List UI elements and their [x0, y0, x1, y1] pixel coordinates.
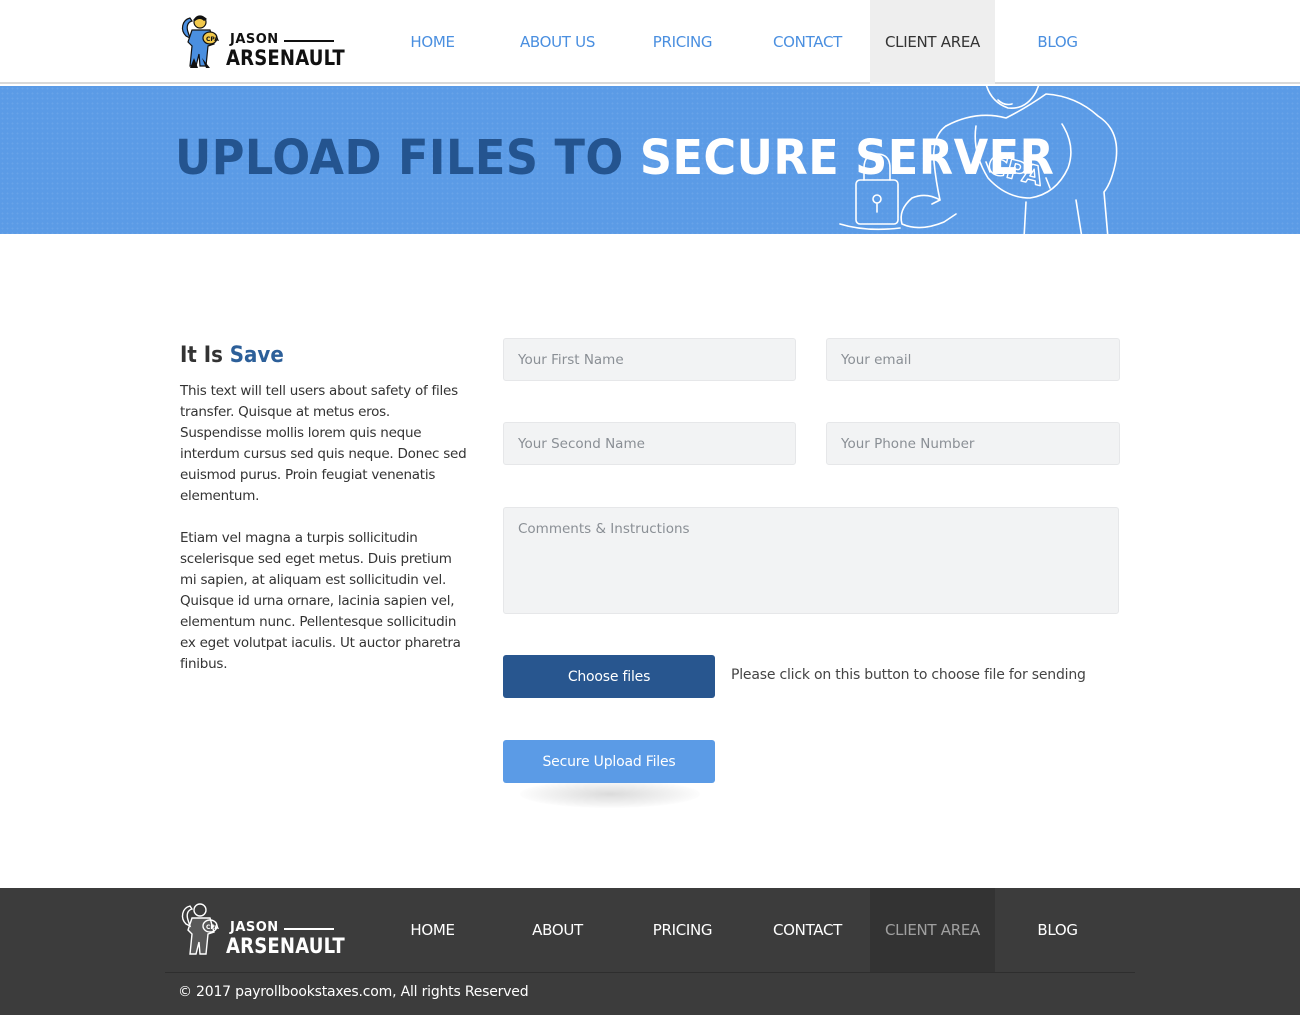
- page-title-part1: UPLOAD FILES TO: [175, 130, 624, 186]
- footer-nav-home[interactable]: HOME: [370, 888, 495, 972]
- footer-nav-client-area[interactable]: CLIENT AREA: [870, 888, 995, 972]
- mascot-icon: CPA: [181, 15, 219, 68]
- footer-mascot-icon: CPA: [181, 903, 219, 955]
- footer-brand-logo[interactable]: CPA JASON ARSENAULT: [180, 900, 345, 960]
- nav-pricing[interactable]: PRICING: [620, 0, 745, 84]
- footer-nav-pricing[interactable]: PRICING: [620, 888, 745, 972]
- section-title-part1: It Is: [180, 343, 223, 368]
- footer-logo-last-name: ARSENAULT: [226, 934, 345, 958]
- footer-nav-blog[interactable]: BLOG: [995, 888, 1120, 972]
- page-title-part2: SECURE SERVER: [639, 130, 1055, 186]
- logo-first-name: JASON: [230, 32, 279, 47]
- section-title-part2: Save: [229, 343, 284, 368]
- upload-button-shadow: [520, 780, 700, 808]
- nav-client-area[interactable]: CLIENT AREA: [870, 0, 995, 84]
- info-paragraph-2: Etiam vel magna a turpis sollicitudin sc…: [180, 530, 461, 672]
- brand-logo[interactable]: CPA JASON ARSENAULT: [180, 12, 345, 72]
- nav-about-us[interactable]: ABOUT US: [495, 0, 620, 84]
- footer-nav-about[interactable]: ABOUT: [495, 888, 620, 972]
- footer-logo-divider: [284, 928, 334, 930]
- footer-divider: [165, 972, 1135, 973]
- nav-contact[interactable]: CONTACT: [745, 0, 870, 84]
- phone-input[interactable]: [826, 422, 1120, 465]
- nav-home[interactable]: HOME: [370, 0, 495, 84]
- copyright-text: © 2017 payrollbookstaxes.com, All rights…: [178, 984, 529, 1000]
- secure-upload-button[interactable]: Secure Upload Files: [503, 740, 715, 783]
- choose-files-button[interactable]: Choose files: [503, 655, 715, 698]
- section-title: It Is Save: [180, 343, 284, 368]
- comments-textarea[interactable]: [503, 507, 1119, 614]
- logo-divider: [284, 40, 334, 42]
- info-paragraph-1: This text will tell users about safety o…: [180, 383, 467, 504]
- site-footer: CPA JASON ARSENAULT HOME ABOUT PRICING C…: [0, 888, 1300, 1015]
- logo-badge-text: CPA: [206, 36, 219, 43]
- choose-files-hint: Please click on this button to choose fi…: [731, 667, 1086, 683]
- logo-last-name: ARSENAULT: [226, 46, 345, 70]
- page-title: UPLOAD FILES TO SECURE SERVER: [175, 130, 1054, 186]
- footer-nav: HOME ABOUT PRICING CONTACT CLIENT AREA B…: [370, 888, 1120, 972]
- site-header: CPA JASON ARSENAULT HOME ABOUT US PRICIN…: [0, 0, 1300, 84]
- page-banner: UPLOAD FILES TO SECURE SERVER CPA: [0, 86, 1300, 234]
- footer-logo-badge-text: CPA: [206, 924, 219, 931]
- first-name-input[interactable]: [503, 338, 796, 381]
- email-input[interactable]: [826, 338, 1120, 381]
- footer-logo-first-name: JASON: [230, 920, 279, 935]
- footer-nav-contact[interactable]: CONTACT: [745, 888, 870, 972]
- second-name-input[interactable]: [503, 422, 796, 465]
- nav-blog[interactable]: BLOG: [995, 0, 1120, 84]
- main-nav: HOME ABOUT US PRICING CONTACT CLIENT ARE…: [370, 0, 1120, 84]
